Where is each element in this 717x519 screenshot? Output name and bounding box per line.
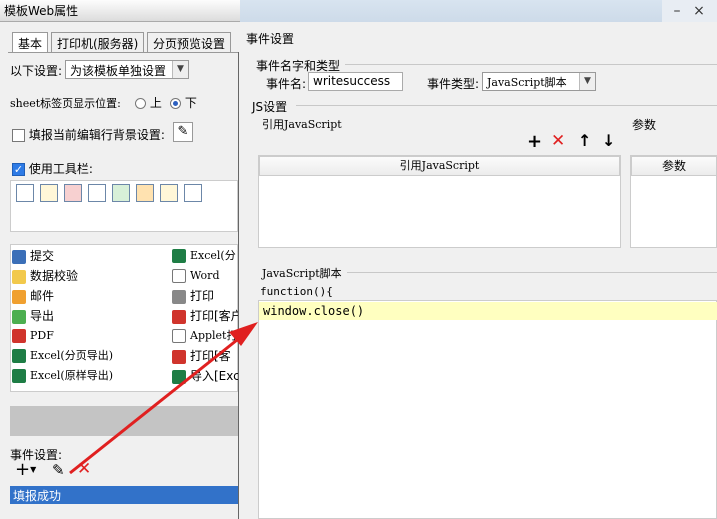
arrow-shaft: [69, 338, 238, 475]
annotation-arrow: [69, 322, 258, 475]
